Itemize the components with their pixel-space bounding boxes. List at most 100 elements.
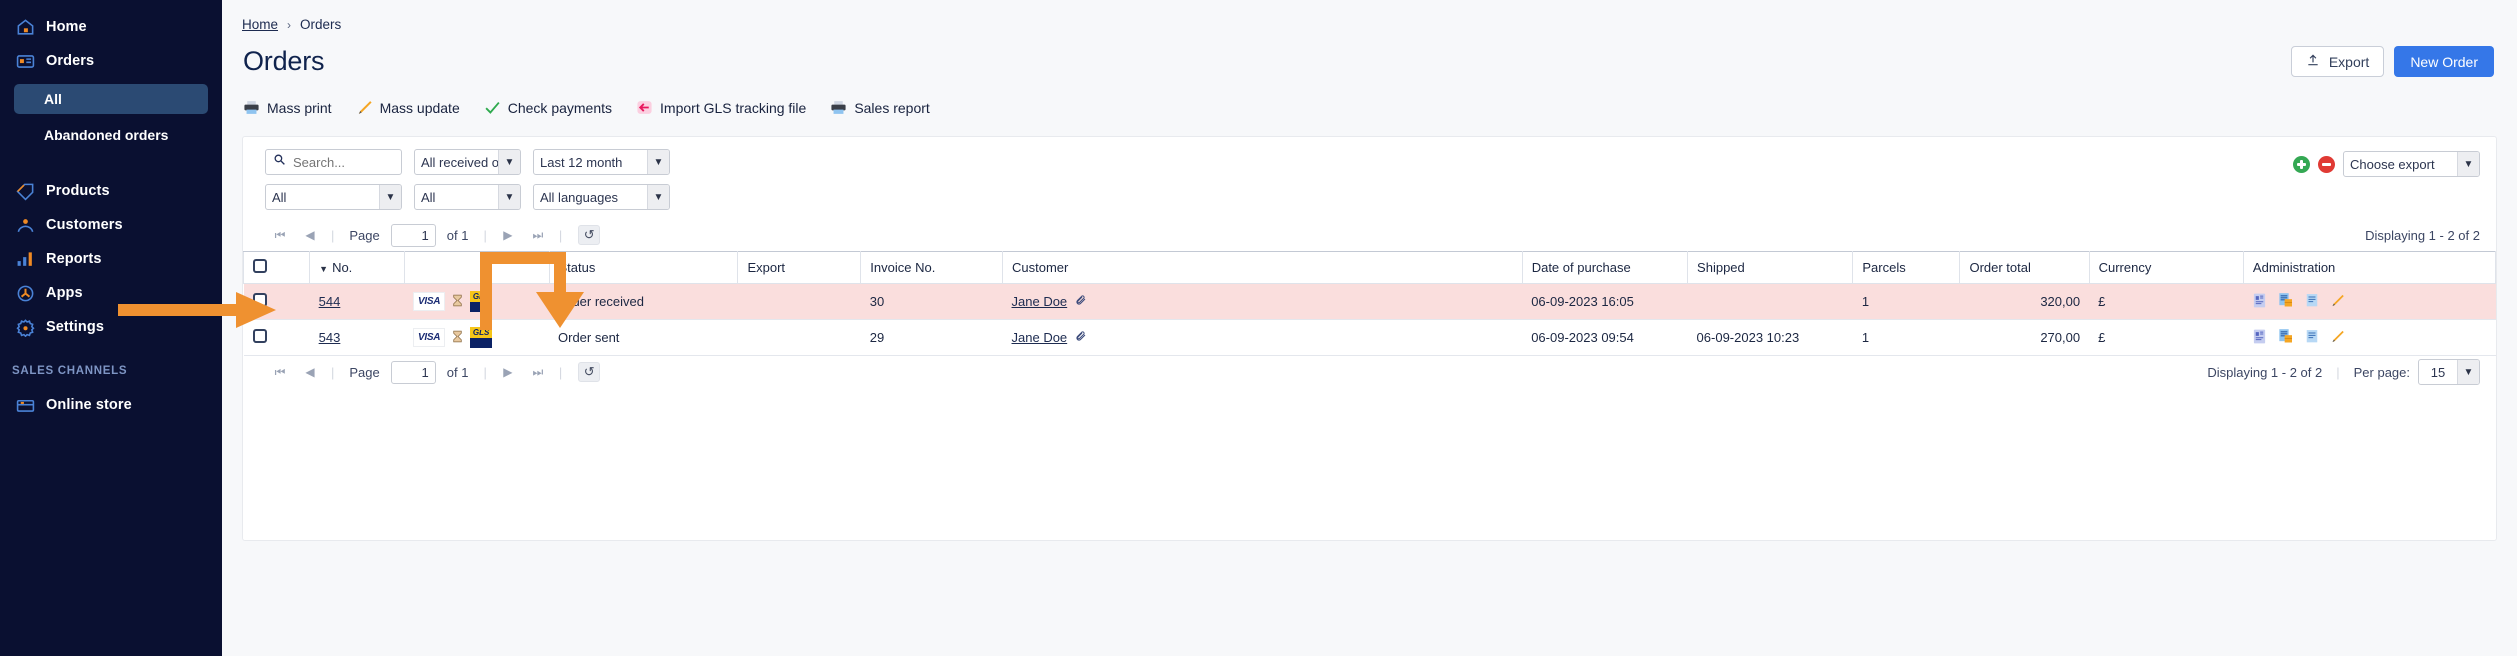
sidebar-item-abandoned-orders[interactable]: Abandoned orders: [14, 120, 208, 150]
prev-page-button[interactable]: ◀: [295, 365, 325, 379]
refresh-icon[interactable]: ↺: [578, 225, 601, 245]
next-page-button[interactable]: ▶: [493, 365, 523, 379]
plus-circle-icon[interactable]: [2293, 155, 2310, 173]
export-cell: [737, 283, 861, 320]
sidebar-item-customers[interactable]: Customers: [0, 208, 222, 242]
column-header-export[interactable]: Export: [737, 251, 862, 284]
column-header-currency[interactable]: Currency: [2088, 251, 2244, 284]
column-header-no[interactable]: ▼ No.: [309, 251, 405, 284]
minus-circle-icon[interactable]: [2318, 155, 2335, 173]
first-page-button[interactable]: ⏮: [265, 365, 295, 380]
row-checkbox-cell[interactable]: [243, 283, 310, 320]
order-no-cell[interactable]: 544: [309, 283, 405, 320]
invoice-icon[interactable]: [2305, 328, 2319, 348]
sidebar-item-online-store[interactable]: Online store: [0, 388, 222, 422]
column-header-order-total[interactable]: Order total: [1959, 251, 2090, 284]
mass-update-action[interactable]: Mass update: [356, 99, 460, 116]
packing-slip-icon[interactable]: [2278, 292, 2294, 312]
invoice-icon[interactable]: [2305, 292, 2319, 312]
per-page-select[interactable]: 15 ▼: [2418, 359, 2480, 385]
column-label: Parcels: [1862, 260, 1906, 275]
order-number-link[interactable]: 544: [319, 294, 341, 309]
next-page-button[interactable]: ▶: [493, 228, 523, 242]
apps-icon: [16, 284, 35, 303]
pager-divider: |: [558, 364, 563, 380]
select-all-checkbox[interactable]: [253, 259, 267, 273]
date-of-purchase-cell: 06-09-2023 16:05: [1522, 283, 1688, 320]
choose-export-select[interactable]: Choose export ▼: [2343, 151, 2480, 177]
attachment-icon[interactable]: [1075, 294, 1087, 309]
language-filter-select[interactable]: All languages ▼: [533, 184, 670, 210]
check-payments-label: Check payments: [507, 99, 613, 116]
column-header-shipped[interactable]: Shipped: [1687, 251, 1854, 284]
chevron-down-icon: ▼: [2457, 360, 2479, 384]
column-header-status[interactable]: Status: [548, 251, 739, 284]
order-no-cell[interactable]: 543: [309, 319, 405, 356]
export-button[interactable]: Export: [2290, 46, 2385, 77]
store-icon: [16, 396, 35, 415]
table-row[interactable]: 543 VISA GLS Order sent 29 Jane Doe 06-0…: [243, 319, 2496, 356]
order-number-link[interactable]: 543: [319, 330, 341, 345]
import-gls-tracking-action[interactable]: Import GLS tracking file: [636, 99, 806, 116]
sidebar-item-orders[interactable]: Orders: [0, 44, 222, 78]
edit-pencil-icon[interactable]: [2330, 293, 2345, 311]
column-header-invoice-no[interactable]: Invoice No.: [860, 251, 1004, 284]
row-543-checkbox[interactable]: [252, 329, 267, 343]
attachment-icon[interactable]: [1075, 330, 1087, 345]
export-cell: [737, 319, 861, 356]
check-payments-action[interactable]: Check payments: [484, 99, 612, 116]
table-row[interactable]: 544 VISA GLS Order received 30 Jane Doe …: [243, 283, 2496, 320]
home-icon: [16, 18, 35, 37]
order-details-icon[interactable]: [2252, 328, 2267, 348]
column-header-date-of-purchase[interactable]: Date of purchase: [1521, 251, 1689, 284]
sidebar-item-settings[interactable]: Settings: [0, 310, 222, 344]
first-page-button[interactable]: ⏮: [265, 228, 295, 243]
sales-report-action[interactable]: Sales report: [830, 99, 930, 116]
edit-pencil-icon[interactable]: [2330, 329, 2345, 347]
period-filter-select[interactable]: Last 12 month ▼: [533, 149, 670, 175]
chevron-down-icon: ▼: [647, 185, 669, 209]
shipped-cell: [1687, 283, 1853, 320]
payment-carrier-cell: VISA GLS: [404, 283, 549, 320]
import-gls-tracking-label: Import GLS tracking file: [660, 99, 807, 116]
order-details-icon[interactable]: [2252, 292, 2267, 312]
breadcrumb-home-link[interactable]: Home: [242, 17, 278, 32]
filter-all-1-select[interactable]: All ▼: [265, 184, 402, 210]
sidebar-item-reports[interactable]: Reports: [0, 242, 222, 276]
period-filter-value: Last 12 month: [540, 154, 623, 170]
column-label: Customer: [1012, 260, 1069, 275]
last-page-button[interactable]: ⏭: [523, 365, 553, 380]
packing-slip-icon[interactable]: [2278, 328, 2294, 348]
filter-all-2-select[interactable]: All ▼: [414, 184, 521, 210]
customer-link[interactable]: Jane Doe: [1012, 294, 1068, 309]
chevron-down-icon: ▼: [498, 150, 520, 174]
refresh-icon[interactable]: ↺: [578, 362, 601, 382]
sidebar-item-products[interactable]: Products: [0, 174, 222, 208]
administration-cell: [2243, 283, 2496, 320]
prev-page-button[interactable]: ◀: [295, 228, 325, 242]
customer-link[interactable]: Jane Doe: [1012, 330, 1068, 345]
search-input[interactable]: [291, 153, 394, 171]
page-number-input[interactable]: 1: [390, 223, 436, 247]
pager-divider: |: [331, 364, 335, 380]
customers-icon: [16, 216, 35, 235]
page-of-label: of 1: [446, 227, 469, 243]
column-header-parcels[interactable]: Parcels: [1852, 251, 1961, 284]
row-checkbox-cell[interactable]: [243, 319, 310, 356]
customer-cell[interactable]: Jane Doe: [1002, 319, 1523, 356]
status-filter-select[interactable]: All received or ▼: [414, 149, 521, 175]
sidebar-item-apps[interactable]: Apps: [0, 276, 222, 310]
sidebar-item-orders-all[interactable]: All: [14, 84, 208, 114]
search-field[interactable]: [265, 149, 402, 175]
row-544-checkbox[interactable]: [252, 293, 267, 307]
filter-all-1-value: All: [272, 189, 287, 205]
sidebar-item-home[interactable]: Home: [0, 10, 222, 44]
page-number-input[interactable]: 1: [390, 360, 436, 384]
currency-cell: £: [2089, 319, 2244, 356]
new-order-button[interactable]: New Order: [2394, 46, 2494, 77]
select-all-header[interactable]: [242, 251, 311, 284]
mass-print-action[interactable]: Mass print: [243, 99, 332, 116]
customer-cell[interactable]: Jane Doe: [1002, 283, 1523, 320]
column-header-customer[interactable]: Customer: [1002, 251, 1523, 284]
last-page-button[interactable]: ⏭: [523, 228, 553, 243]
